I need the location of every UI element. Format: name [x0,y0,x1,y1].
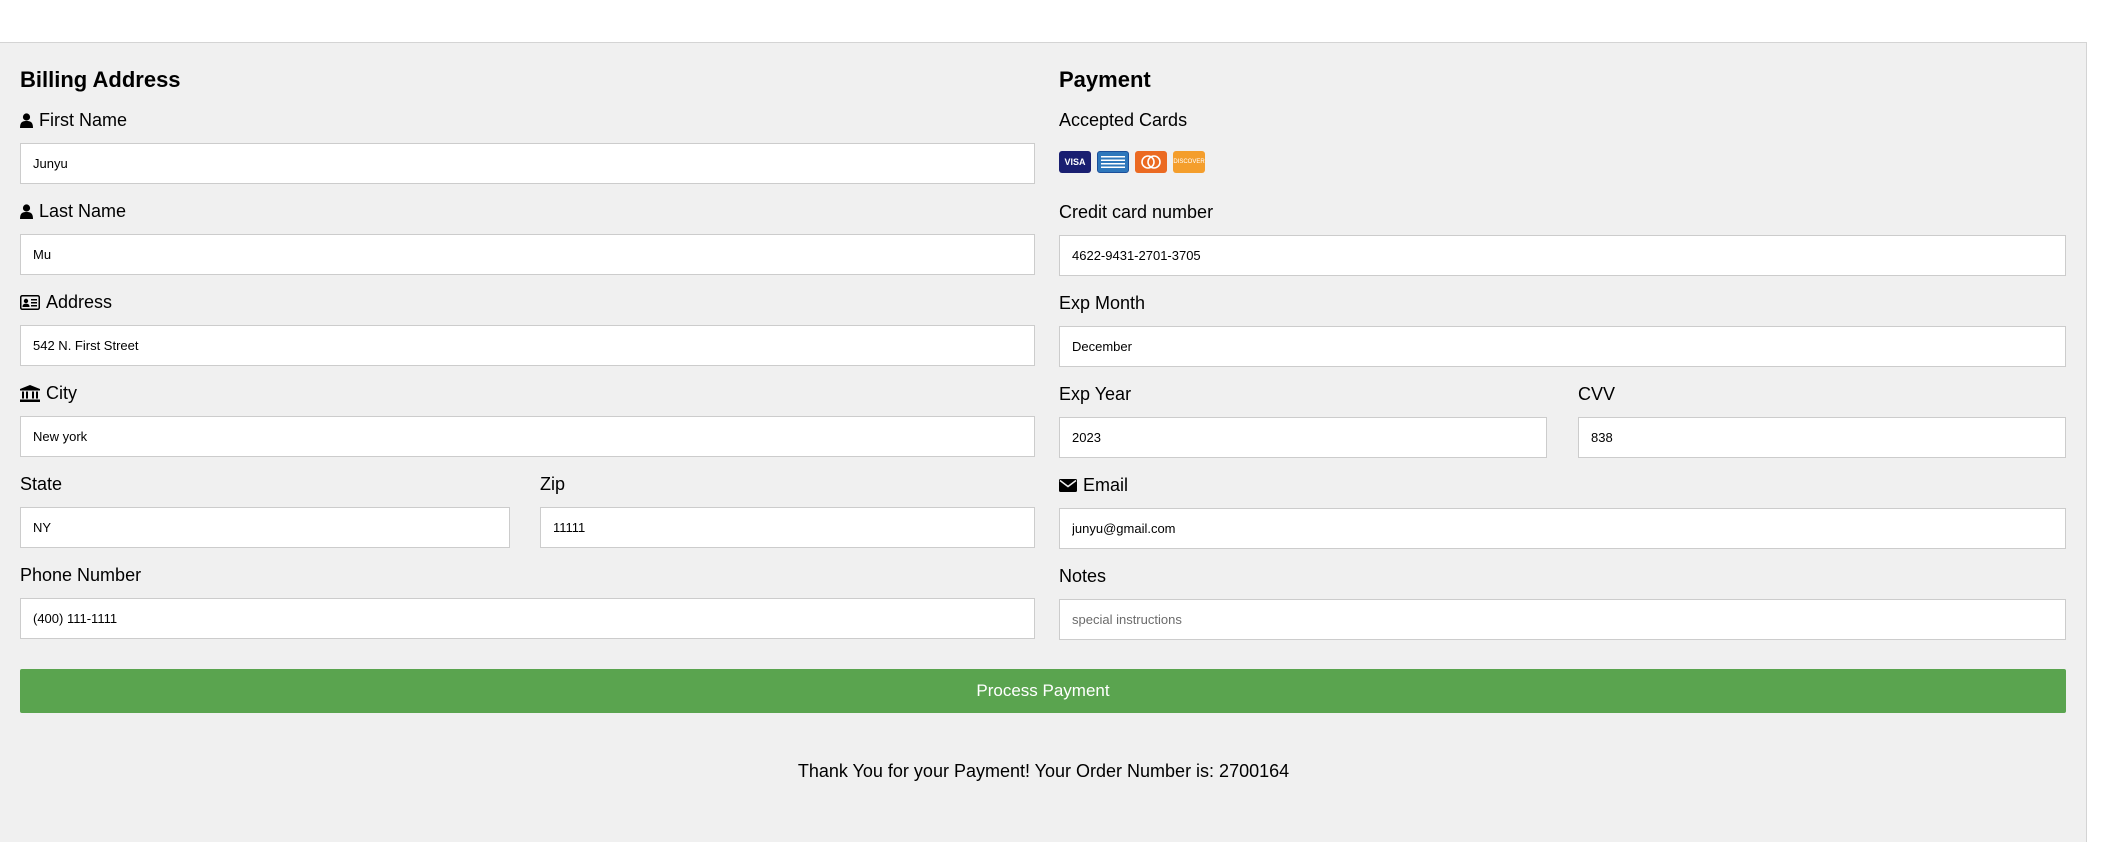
email-input[interactable] [1059,508,2066,549]
envelope-icon [1059,479,1077,492]
checkout-form: Billing Address First Name Last Name Add… [0,42,2087,842]
amex-icon [1097,151,1129,173]
order-confirmation-message: Thank You for your Payment! Your Order N… [797,761,1290,781]
user-icon [20,204,33,219]
state-label: State [20,474,63,494]
billing-title: Billing Address [20,67,181,92]
city-input[interactable] [20,416,1035,457]
user-icon [20,113,33,128]
accepted-cards: VISA DISCOVER [1059,151,1205,173]
visa-icon: VISA [1059,151,1091,173]
last-name-label: Last Name [20,201,126,222]
first-name-label: First Name [20,110,127,131]
institution-icon [20,385,40,402]
address-card-icon [20,295,40,310]
payment-title: Payment [1059,67,1151,92]
last-name-input[interactable] [20,234,1035,275]
cvv-input[interactable] [1578,417,2066,458]
cvv-label: CVV [1578,384,1616,404]
exp-month-input[interactable] [1059,326,2066,367]
card-number-input[interactable] [1059,235,2066,276]
address-label: Address [20,292,112,313]
exp-year-input[interactable] [1059,417,1547,458]
mastercard-icon [1135,151,1167,173]
process-payment-button[interactable]: Process Payment [20,669,2066,713]
state-input[interactable] [20,507,510,548]
exp-year-label: Exp Year [1059,384,1132,404]
accepted-cards-label: Accepted Cards [1059,110,1188,130]
zip-input[interactable] [540,507,1035,548]
notes-input[interactable] [1059,599,2066,640]
phone-input[interactable] [20,598,1035,639]
discover-icon: DISCOVER [1173,151,1205,173]
city-label: City [20,383,77,404]
phone-label: Phone Number [20,565,142,585]
zip-label: Zip [540,474,566,494]
first-name-input[interactable] [20,143,1035,184]
card-number-label: Credit card number [1059,202,1214,222]
email-label: Email [1059,475,1128,496]
address-input[interactable] [20,325,1035,366]
exp-month-label: Exp Month [1059,293,1146,313]
notes-label: Notes [1059,566,1107,586]
